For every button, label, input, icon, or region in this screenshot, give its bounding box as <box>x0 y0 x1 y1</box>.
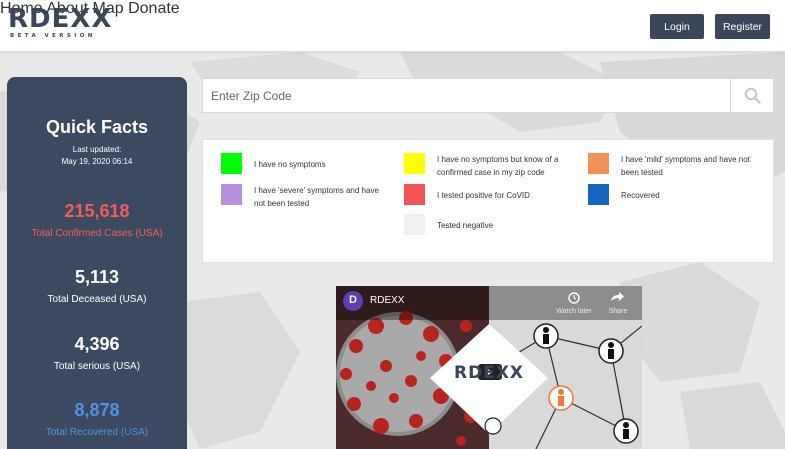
legend-item-known-case: I have no symptoms but know of a confirm… <box>404 153 584 179</box>
deceased-value: 5,113 <box>74 267 120 287</box>
zip-code-input[interactable] <box>203 79 731 112</box>
legend-swatch <box>221 184 242 205</box>
register-button[interactable]: Register <box>715 14 770 39</box>
recovered-label: Total Recovered (USA) <box>45 427 149 438</box>
embedded-video-player[interactable]: D RDEXX Watch later Share RDEXX <box>336 286 642 449</box>
site-logo[interactable]: RDEXX BETA VERSION <box>8 5 112 39</box>
symptom-legend: I have no symptoms I have no symptoms bu… <box>202 139 774 263</box>
legend-item-mild-symptoms: I have 'mild' symptoms and have not been… <box>588 153 763 179</box>
deceased-label: Total Deceased (USA) <box>47 294 147 305</box>
legend-swatch <box>404 153 425 174</box>
legend-text: I tested positive for CoVID <box>437 191 530 200</box>
last-updated-label: Last updated: <box>72 145 122 154</box>
legend-swatch <box>404 214 425 235</box>
legend-item-recovered: Recovered <box>588 184 763 205</box>
legend-text: Recovered <box>621 191 660 200</box>
share-button[interactable]: Share <box>604 308 632 315</box>
legend-text: I have 'mild' symptoms and have not been… <box>621 155 750 177</box>
top-navbar: RDEXX BETA VERSION Home About Map Donate… <box>0 0 785 52</box>
legend-item-tested-negative: Tested negative <box>404 214 584 235</box>
legend-text: I have 'severe' symptoms and have not be… <box>254 186 379 208</box>
legend-text: I have no symptoms <box>254 160 326 169</box>
search-button[interactable] <box>730 79 773 112</box>
legend-text: Tested negative <box>437 221 494 230</box>
logo-name: RDEXX <box>8 4 113 34</box>
watch-later-button[interactable]: Watch later <box>552 308 596 315</box>
legend-swatch <box>221 153 242 174</box>
last-updated-date: May 19, 2020 06:14 <box>61 157 133 166</box>
zip-search-bar <box>202 78 774 113</box>
legend-text: I have no symptoms but know of a confirm… <box>437 155 559 177</box>
legend-item-severe-symptoms: I have 'severe' symptoms and have not be… <box>221 184 391 210</box>
legend-swatch <box>588 184 609 205</box>
legend-item-no-symptoms: I have no symptoms <box>221 153 391 174</box>
play-icon[interactable] <box>476 364 502 382</box>
confirmed-cases-label: Total Confirmed Cases (USA) <box>31 228 163 239</box>
serious-value: 4,396 <box>74 334 120 354</box>
quick-facts-title: Quick Facts <box>45 117 149 137</box>
serious-label: Total serious (USA) <box>53 361 141 372</box>
recovered-value: 8,878 <box>74 400 120 420</box>
login-button[interactable]: Login <box>650 14 704 39</box>
legend-swatch <box>404 184 425 205</box>
quick-facts-panel: Quick Facts Last updated: May 19, 2020 0… <box>7 77 187 449</box>
legend-item-tested-positive: I tested positive for CoVID <box>404 184 584 205</box>
video-channel-name[interactable]: RDEXX <box>370 295 404 306</box>
nav-donate-link[interactable]: Donate <box>128 0 180 17</box>
search-icon <box>744 87 761 104</box>
channel-avatar[interactable]: D <box>347 294 359 306</box>
legend-swatch <box>588 153 609 174</box>
confirmed-cases-value: 215,618 <box>64 201 130 221</box>
